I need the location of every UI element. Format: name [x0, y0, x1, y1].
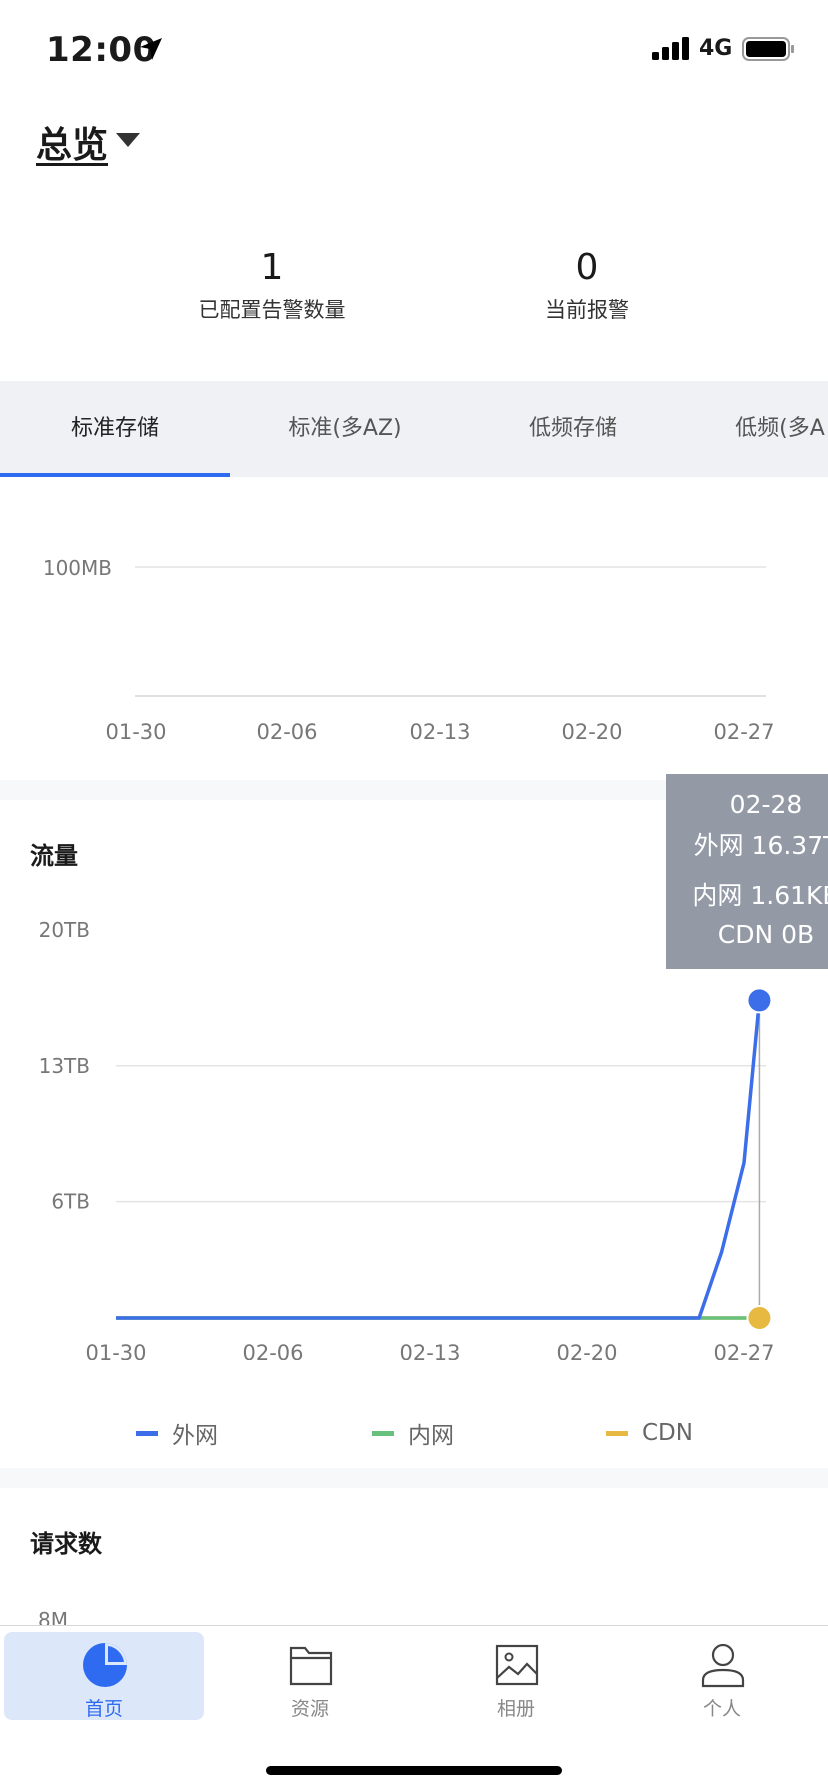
caret-down-icon[interactable]: [114, 130, 142, 150]
legend-label: 外网: [172, 1423, 218, 1449]
legend-swatch: [136, 1430, 158, 1436]
traffic-title: 流量: [30, 842, 78, 870]
tabbar-item-profile[interactable]: 个人: [622, 1632, 822, 1720]
x-tick-label: 02-20: [561, 720, 622, 744]
configured-alerts-label: 已配置告警数量: [198, 298, 346, 322]
storage-chart: 100MB 01-30 02-06 02-13 02-20 02-27: [43, 556, 775, 744]
location-arrow-icon: [140, 38, 162, 60]
tabbar-label: 资源: [290, 1698, 329, 1720]
x-tick-label: 02-27: [713, 720, 774, 744]
chart-tooltip: 02-28 外网 16.37T 内网 1.61KB CDN 0B: [666, 774, 828, 969]
legend-item-cdn[interactable]: CDN: [606, 1418, 693, 1448]
x-tick-label: 02-13: [409, 720, 470, 744]
requests-title: 请求数: [30, 1530, 102, 1558]
home-indicator: [266, 1766, 562, 1775]
y-tick-label: 6TB: [51, 1190, 90, 1214]
x-tick-label: 01-30: [85, 1341, 146, 1360]
tab-infrequent-storage[interactable]: 低频存储: [458, 381, 688, 477]
tabbar-label: 首页: [84, 1698, 123, 1720]
x-tick-label: 02-20: [556, 1341, 617, 1360]
configured-alerts-count: 1: [260, 247, 284, 288]
x-tick-label: 02-06: [256, 720, 317, 744]
signal-icon: [652, 37, 689, 60]
x-tick-label: 01-30: [105, 720, 166, 744]
tab-standard-multi-az[interactable]: 标准(多AZ): [230, 381, 460, 477]
current-alerts-label: 当前报警: [545, 298, 629, 322]
x-tick-label: 02-06: [242, 1341, 303, 1360]
tooltip-internal: 内网 1.61KB: [692, 881, 828, 910]
tooltip-cdn: CDN 0B: [717, 920, 815, 949]
x-tick-label: 02-27: [713, 1341, 774, 1360]
legend-item-internal[interactable]: 内网: [372, 1418, 454, 1449]
tab-standard-storage[interactable]: 标准存储: [0, 381, 230, 477]
folder-icon: [289, 1646, 333, 1686]
tabbar-label: 相册: [496, 1698, 535, 1720]
person-icon: [701, 1643, 745, 1688]
data-point-cdn: [746, 1305, 773, 1331]
tooltip-external: 外网 16.37T: [693, 831, 828, 860]
tabbar-label: 个人: [702, 1698, 741, 1720]
legend-label: 内网: [408, 1423, 454, 1449]
y-tick-label: 13TB: [39, 1054, 90, 1078]
x-tick-label: 02-13: [399, 1341, 460, 1360]
legend-swatch: [372, 1430, 394, 1436]
status-bar: 12:00 4G: [0, 0, 828, 96]
data-point-external: [746, 987, 773, 1014]
pie-chart-icon: [83, 1643, 127, 1687]
tab-infrequent-multi-az[interactable]: 低频(多A: [700, 381, 828, 477]
tabbar-item-home[interactable]: 首页: [4, 1632, 204, 1720]
tabbar-item-resources[interactable]: 资源: [210, 1632, 410, 1720]
configured-alerts-stat: 1 已配置告警数量: [152, 248, 392, 324]
image-icon: [495, 1644, 539, 1686]
legend-item-external[interactable]: 外网: [136, 1418, 218, 1449]
section-divider: [0, 1468, 828, 1488]
storage-class-tabs: 标准存储 标准(多AZ) 低频存储 低频(多A: [0, 381, 828, 477]
y-tick-label: 100MB: [43, 556, 112, 580]
page-title[interactable]: 总览: [36, 116, 108, 168]
tooltip-date: 02-28: [729, 790, 803, 819]
tabbar-item-album[interactable]: 相册: [416, 1632, 616, 1720]
current-alerts-stat: 0 当前报警: [467, 248, 707, 324]
network-label: 4G: [699, 36, 733, 61]
current-alerts-count: 0: [575, 247, 599, 288]
series-line-外网: [116, 1000, 762, 1320]
battery-icon: [742, 37, 794, 61]
y-tick-label: 20TB: [39, 918, 90, 942]
legend-swatch: [606, 1430, 628, 1436]
legend-label: CDN: [642, 1420, 693, 1446]
